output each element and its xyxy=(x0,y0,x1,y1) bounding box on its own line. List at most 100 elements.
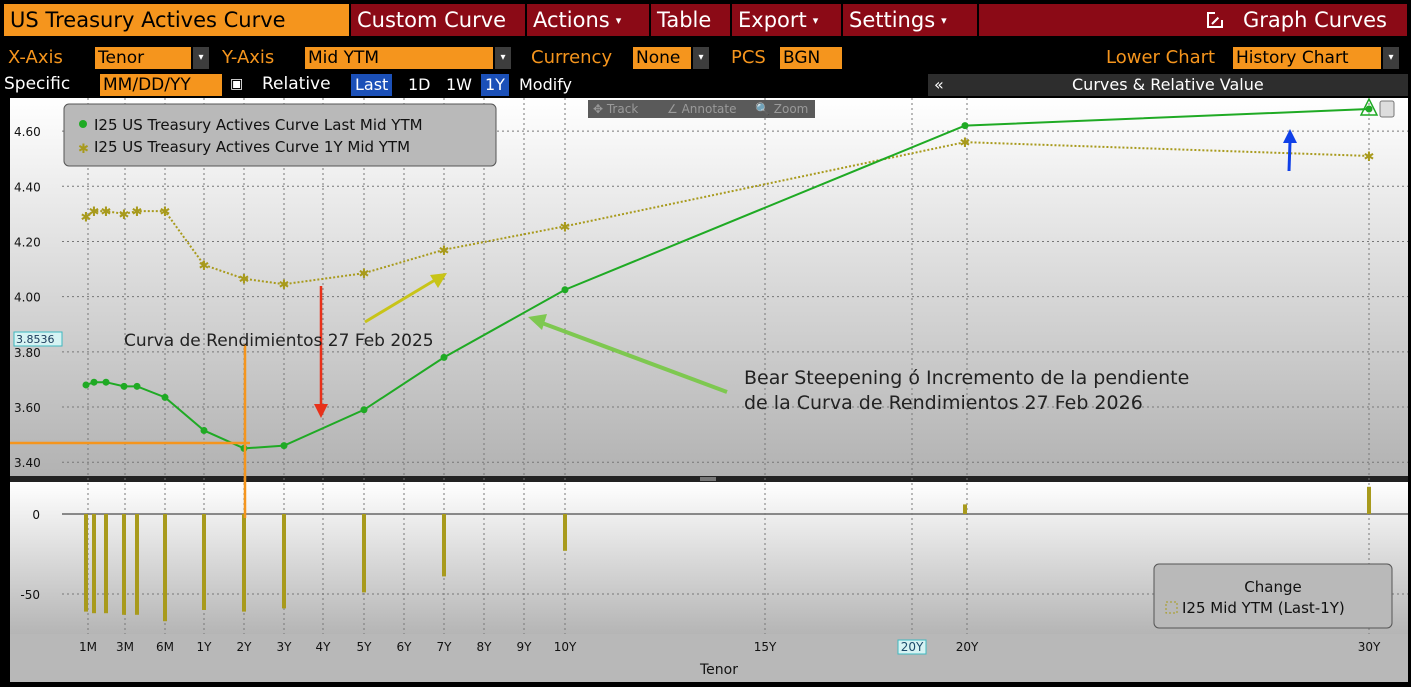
zoom-button[interactable]: 🔍 Zoom xyxy=(750,100,815,118)
chart-area: 4.60 4.40 4.20 4.00 3.80 3.60 3.40 0 -50 1M 3M 6M… xyxy=(10,97,1408,682)
panel-title: Curves & Relative Value xyxy=(1072,75,1264,94)
star-marker: ✱ xyxy=(199,259,210,274)
y-tick-label: 4.00 xyxy=(14,291,41,305)
export-menu[interactable]: Export ▾ xyxy=(732,4,841,36)
x-tick-label: 10Y xyxy=(554,640,577,654)
actions-menu[interactable]: Actions ▾ xyxy=(527,4,649,36)
chevron-down-icon[interactable]: ▾ xyxy=(495,47,511,69)
calendar-icon[interactable]: ▣ xyxy=(230,76,243,92)
annotate-button[interactable]: ∠ Annotate xyxy=(662,100,758,118)
change-bar xyxy=(242,514,246,612)
chevron-down-icon[interactable]: ▾ xyxy=(193,47,209,69)
x-tick-label: 1M xyxy=(79,640,97,654)
x-tick-label: 15Y xyxy=(754,640,777,654)
1y-button[interactable]: 1Y xyxy=(481,74,509,96)
annotation-bear-line1: Bear Steepening ó Incremento de la pendi… xyxy=(744,367,1189,389)
point-marker xyxy=(561,286,569,294)
y-tick-label: 4.40 xyxy=(14,180,41,194)
tab-us-treasury-actives-curve[interactable]: US Treasury Actives Curve xyxy=(4,4,349,36)
change-bar xyxy=(84,514,88,612)
current-value-label: 3.8536 xyxy=(16,333,55,346)
point-marker xyxy=(102,378,110,386)
graph-curves-button[interactable]: Graph Curves xyxy=(979,4,1407,36)
change-bar xyxy=(442,514,446,577)
external-link-icon xyxy=(1207,11,1224,28)
x-axis-title: Tenor xyxy=(699,662,738,678)
annotation-2025: Curva de Rendimientos 27 Feb 2025 xyxy=(124,331,434,351)
change-bar xyxy=(282,514,286,609)
star-marker: ✱ xyxy=(359,267,370,282)
legend-dot-icon xyxy=(79,120,87,128)
y-tick-label: 3.40 xyxy=(14,456,41,470)
yaxis-select[interactable]: Mid YTM xyxy=(305,47,493,69)
upper-legend: I25 US Treasury Actives Curve Last Mid Y… xyxy=(63,103,497,167)
currency-label: Currency xyxy=(531,47,613,68)
chevron-down-icon[interactable]: ▾ xyxy=(1383,47,1399,69)
chevron-down-icon: ▾ xyxy=(812,14,819,27)
change-bar xyxy=(104,514,108,614)
y-tick-label: 4.20 xyxy=(14,235,41,249)
x-tick-label: 8Y xyxy=(477,640,493,654)
star-marker: ✱ xyxy=(279,278,290,293)
chevron-down-icon[interactable]: ▾ xyxy=(693,47,709,69)
scroll-handle-icon[interactable] xyxy=(1379,100,1395,118)
collapse-icon[interactable]: « xyxy=(934,74,944,96)
point-marker xyxy=(90,378,98,386)
tab-custom-curve[interactable]: Custom Curve xyxy=(351,4,525,36)
x-tick-label: 30Y xyxy=(1358,640,1381,654)
xaxis-label: X-Axis xyxy=(8,47,63,68)
relative-value-panel-header: « Curves & Relative Value xyxy=(928,74,1408,96)
lower-legend: Change I25 Mid YTM (Last-1Y) xyxy=(1153,563,1393,629)
point-marker xyxy=(133,382,141,390)
y-tick-label: 0 xyxy=(32,508,40,522)
x-tick-label: 9Y xyxy=(517,640,533,654)
x-tick-label: 4Y xyxy=(316,640,332,654)
axis-settings-bar: X-Axis Tenor ▾ Y-Axis Mid YTM ▾ Currency… xyxy=(0,44,1411,72)
star-marker: ✱ xyxy=(439,244,450,259)
annotation-bear-line2: de la Curva de Rendimientos 27 Feb 2026 xyxy=(744,392,1143,414)
lower-legend-title: Change xyxy=(1244,578,1301,596)
1d-button[interactable]: 1D xyxy=(404,74,435,96)
chevron-down-icon: ▾ xyxy=(615,14,622,27)
change-bar xyxy=(362,514,366,593)
y-tick-label: 4.60 xyxy=(14,125,41,139)
star-marker: ✱ xyxy=(1364,150,1375,165)
modify-button[interactable]: Modify xyxy=(515,74,576,96)
point-marker xyxy=(82,381,90,389)
y-tick-label: 3.80 xyxy=(14,346,41,360)
star-marker: ✱ xyxy=(960,136,971,151)
lower-legend-entry: I25 Mid YTM (Last-1Y) xyxy=(1182,599,1345,617)
y-tick-label: 3.60 xyxy=(14,401,41,415)
x-tick-label: 1Y xyxy=(197,640,213,654)
change-bar xyxy=(563,514,567,551)
tab-table[interactable]: Table xyxy=(651,4,730,36)
star-marker: ✱ xyxy=(89,205,100,220)
splitter-grip-icon[interactable] xyxy=(700,477,716,481)
point-marker xyxy=(360,406,368,414)
1w-button[interactable]: 1W xyxy=(442,74,476,96)
change-bar xyxy=(963,504,967,514)
x-tick-label: 6Y xyxy=(397,640,413,654)
yaxis-label: Y-Axis xyxy=(222,47,275,68)
chevron-down-icon: ▾ xyxy=(941,14,947,27)
change-bar xyxy=(92,514,96,614)
blue-arrow xyxy=(1287,141,1292,172)
x-tick-label: 3M xyxy=(116,640,134,654)
yield-curve-chart[interactable]: 4.60 4.40 4.20 4.00 3.80 3.60 3.40 0 -50 1M 3M 6M… xyxy=(10,97,1408,682)
lower-chart-select[interactable]: History Chart xyxy=(1233,47,1381,69)
date-input[interactable]: MM/DD/YY xyxy=(100,74,222,96)
last-button[interactable]: Last xyxy=(351,74,393,96)
point-marker xyxy=(200,426,208,434)
pcs-field[interactable]: BGN xyxy=(780,47,842,69)
x-tick-label: 6M xyxy=(156,640,174,654)
pcs-label: PCS xyxy=(731,47,766,68)
relative-label: Relative xyxy=(262,74,331,94)
point-marker xyxy=(161,393,169,401)
top-toolbar: US Treasury Actives Curve Custom Curve A… xyxy=(0,0,1411,40)
settings-menu[interactable]: Settings ▾ xyxy=(843,4,977,36)
track-button[interactable]: ✥ Track xyxy=(588,100,670,118)
currency-select[interactable]: None xyxy=(633,47,691,69)
xaxis-select[interactable]: Tenor xyxy=(95,47,191,69)
x-tick-label: 7Y xyxy=(437,640,453,654)
x-tick-label: 5Y xyxy=(357,640,373,654)
